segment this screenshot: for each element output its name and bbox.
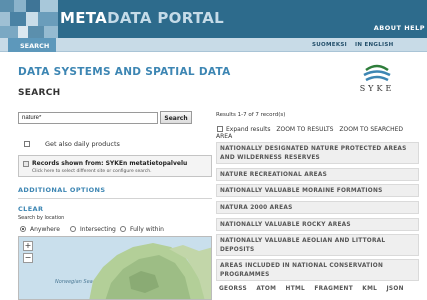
zoom-out-button[interactable]: − [23, 253, 33, 263]
format-fragment-link[interactable]: FRAGMENT [314, 286, 353, 292]
map-sea-label: Norwegian Sea [55, 279, 93, 285]
result-item[interactable]: NATIONALLY DESIGNATED NATURE PROTECTED A… [216, 142, 419, 164]
zoom-to-searched-area-word[interactable]: AREA [216, 133, 232, 140]
format-json-link[interactable]: JSON [386, 286, 403, 292]
expand-results-row: Expand results ZOOM TO RESULTS ZOOM TO S… [226, 126, 403, 133]
zoom-in-button[interactable]: + [23, 241, 33, 251]
radio-anywhere-label: Anywhere [30, 226, 60, 233]
format-atom-link[interactable]: ATOM [256, 286, 276, 292]
portal-logo-mosaic [0, 0, 58, 38]
search-button[interactable]: Search [160, 111, 192, 124]
expand-results-checkbox[interactable] [217, 126, 223, 132]
map-terrain [19, 237, 211, 299]
zoom-to-results-link[interactable]: ZOOM TO RESULTS [276, 126, 333, 133]
records-source-hint: Click here to select different site or c… [32, 169, 152, 174]
search-heading: SEARCH [18, 88, 61, 98]
records-source-title: Records shown from: SYKEn metatietopalve… [32, 160, 188, 167]
result-item[interactable]: NATIONALLY VALUABLE MORAINE FORMATIONS [216, 184, 419, 197]
radio-fully-within-label: Fully within [130, 226, 164, 233]
location-map[interactable]: + − Norwegian Sea [18, 236, 212, 300]
lang-finnish-link[interactable]: SUOMEKSI [312, 42, 347, 48]
page-title: DATA SYSTEMS AND SPATIAL DATA [18, 66, 231, 78]
divider [18, 198, 212, 199]
radio-intersecting-label: Intersecting [80, 226, 116, 233]
expand-results-label: Expand results [226, 126, 271, 133]
result-item[interactable]: AREAS INCLUDED IN NATIONAL CONSERVATION … [216, 259, 419, 281]
daily-products-label: Get also daily products [45, 140, 120, 148]
header-bar: METADATA PORTAL ABOUT HELP [0, 0, 427, 38]
expand-icon [23, 161, 29, 167]
format-html-link[interactable]: HTML [286, 286, 305, 292]
about-help-links[interactable]: ABOUT HELP [374, 24, 425, 32]
zoom-to-searched-link[interactable]: ZOOM TO SEARCHED [339, 126, 403, 133]
lang-english-link[interactable]: IN ENGLISH [355, 42, 394, 48]
records-source-box[interactable]: Records shown from: SYKEn metatietopalve… [18, 155, 212, 177]
format-georss-link[interactable]: GEORSS [219, 286, 247, 292]
daily-products-checkbox[interactable] [24, 141, 30, 147]
export-formats: GEORSS ATOM HTML FRAGMENT KML JSON [219, 286, 411, 292]
radio-fully-within[interactable] [120, 226, 126, 232]
result-item[interactable]: NATURE RECREATIONAL AREAS [216, 168, 419, 181]
radio-intersecting[interactable] [70, 226, 76, 232]
syke-logo-text: SYKE [359, 84, 395, 93]
result-item[interactable]: NATIONALLY VALUABLE ROCKY AREAS [216, 218, 419, 231]
portal-title[interactable]: METADATA PORTAL [60, 9, 224, 27]
additional-options-link[interactable]: ADDITIONAL OPTIONS [18, 186, 105, 194]
search-input[interactable] [18, 112, 158, 124]
search-by-location-label: Search by location [18, 215, 65, 221]
result-item[interactable]: NATIONALLY VALUABLE AEOLIAN AND LITTORAL… [216, 234, 419, 256]
tab-search[interactable]: SEARCH [8, 38, 56, 52]
format-kml-link[interactable]: KML [362, 286, 377, 292]
result-item[interactable]: NATURA 2000 AREAS [216, 201, 419, 214]
results-count: Results 1-7 of 7 record(s) [216, 112, 286, 118]
radio-anywhere[interactable] [20, 226, 26, 232]
syke-logo-icon [363, 64, 391, 82]
nav-bar: SEARCH SUOMEKSI IN ENGLISH [0, 38, 427, 52]
clear-link[interactable]: CLEAR [18, 205, 43, 213]
